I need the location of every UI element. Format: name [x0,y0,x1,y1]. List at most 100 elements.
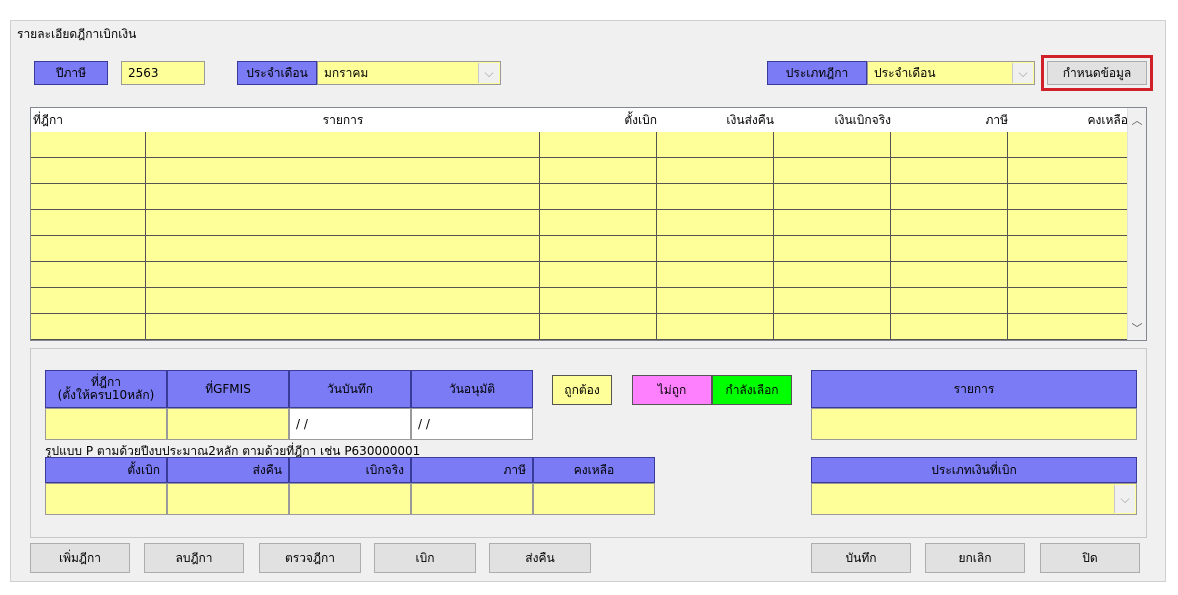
grid-cell[interactable] [1008,184,1128,210]
grid-cell[interactable] [146,158,540,184]
col-header[interactable]: รายการ [146,108,540,132]
year-label: ปีภาษี [34,61,108,85]
grid-cell[interactable] [1008,132,1128,158]
grid-cell[interactable] [1008,262,1128,288]
doc-no-input[interactable] [45,408,167,440]
grid-cell[interactable] [540,132,657,158]
grid-cell[interactable] [31,288,146,314]
grid-cell[interactable] [657,210,774,236]
grid-cell[interactable] [31,236,146,262]
balance-amount-input[interactable] [533,483,655,515]
grid-cell[interactable] [774,288,891,314]
grid-cell[interactable] [774,314,891,340]
grid-cell[interactable] [1008,288,1128,314]
grid-cell[interactable] [146,236,540,262]
col-header[interactable]: เงินส่งคืน [657,108,778,132]
grid-cell[interactable] [891,288,1008,314]
grid-cell[interactable] [146,184,540,210]
grid-cell[interactable] [657,236,774,262]
grid-cell[interactable] [657,132,774,158]
grid-cell[interactable] [891,184,1008,210]
month-value: มกราคม [324,65,369,80]
grid-cell[interactable] [146,262,540,288]
grid-cell[interactable] [31,262,146,288]
grid-cell[interactable] [891,210,1008,236]
grid-cell[interactable] [540,262,657,288]
grid-cell[interactable] [774,158,891,184]
fikka-grid[interactable]: ที่ฎีกา รายการ ตั้งเบิก เงินส่งคืน เงินเ… [30,107,1147,341]
grid-cell[interactable] [540,314,657,340]
col-header[interactable]: เงินเบิกจริง [774,108,895,132]
chevron-down-icon[interactable]: ⌵ [478,63,499,83]
delete-fikka-button[interactable]: ลบฎีกา [144,543,244,573]
grid-cell[interactable] [540,184,657,210]
amount-header-actual: เบิกจริง [289,457,411,483]
chevron-down-icon[interactable]: ⌵ [1012,63,1033,83]
grid-cell[interactable] [774,210,891,236]
chevron-up-icon[interactable]: ︿ [1128,112,1146,128]
year-field[interactable]: 2563 [121,61,205,85]
cancel-button[interactable]: ยกเลิก [925,543,1025,573]
col-header[interactable]: ตั้งเบิก [540,108,661,132]
col-header[interactable]: คงเหลือ [1008,108,1132,132]
col-header[interactable]: ที่ฎีกา [31,108,148,132]
withdraw-button[interactable]: เบิก [374,543,476,573]
vertical-scrollbar[interactable]: ︿ ﹀ [1127,108,1146,340]
item-input[interactable] [811,408,1137,440]
grid-cell[interactable] [31,314,146,340]
grid-cell[interactable] [1008,158,1128,184]
grid-cell[interactable] [657,262,774,288]
grid-cell[interactable] [774,262,891,288]
col-header[interactable]: ภาษี [891,108,1012,132]
grid-cell[interactable] [657,288,774,314]
grid-cell[interactable] [657,184,774,210]
grid-cell[interactable] [1008,210,1128,236]
grid-cell[interactable] [1008,236,1128,262]
grid-cell[interactable] [657,158,774,184]
set-data-button[interactable]: กำหนดข้อมูล [1047,61,1147,85]
grid-cell[interactable] [31,184,146,210]
grid-cell[interactable] [774,184,891,210]
refund-button[interactable]: ส่งคืน [489,543,591,573]
month-combo[interactable]: มกราคม ⌵ [317,61,501,85]
grid-cell[interactable] [31,132,146,158]
grid-cell[interactable] [31,158,146,184]
grid-cell[interactable] [146,314,540,340]
grid-cell[interactable] [774,132,891,158]
grid-cell[interactable] [657,314,774,340]
grid-cell[interactable] [146,210,540,236]
close-button[interactable]: ปิด [1040,543,1140,573]
type-combo[interactable]: ประจำเดือน ⌵ [867,61,1035,85]
payment-type-combo[interactable]: ⌵ [811,483,1137,515]
refund-amount-input[interactable] [167,483,289,515]
check-fikka-button[interactable]: ตรวจฎีกา [259,543,361,573]
gfmis-input[interactable] [167,408,289,440]
grid-cell[interactable] [891,132,1008,158]
grid-cell[interactable] [540,236,657,262]
grid-cell[interactable] [891,262,1008,288]
grid-cell[interactable] [146,288,540,314]
type-label: ประเภทฎีกา [767,61,867,85]
legend-correct: ถูกต้อง [552,375,612,405]
actual-amount-input[interactable] [289,483,411,515]
grid-cell[interactable] [540,210,657,236]
grid-cell[interactable] [891,314,1008,340]
grid-cell[interactable] [1008,314,1128,340]
grid-cell[interactable] [774,236,891,262]
grid-cell[interactable] [540,288,657,314]
record-date-input[interactable]: / / [289,408,411,440]
grid-cell[interactable] [146,132,540,158]
chevron-down-icon[interactable]: ﹀ [1128,320,1146,336]
approve-date-input[interactable]: / / [411,408,533,440]
chevron-down-icon[interactable]: ⌵ [1114,485,1135,513]
save-button[interactable]: บันทึก [811,543,911,573]
amount-header-set: ตั้งเบิก [45,457,167,483]
amount-header-refund: ส่งคืน [167,457,289,483]
grid-cell[interactable] [891,236,1008,262]
add-fikka-button[interactable]: เพิ่มฎีกา [30,543,130,573]
grid-cell[interactable] [540,158,657,184]
set-amount-input[interactable] [45,483,167,515]
grid-cell[interactable] [31,210,146,236]
tax-amount-input[interactable] [411,483,533,515]
grid-cell[interactable] [891,158,1008,184]
